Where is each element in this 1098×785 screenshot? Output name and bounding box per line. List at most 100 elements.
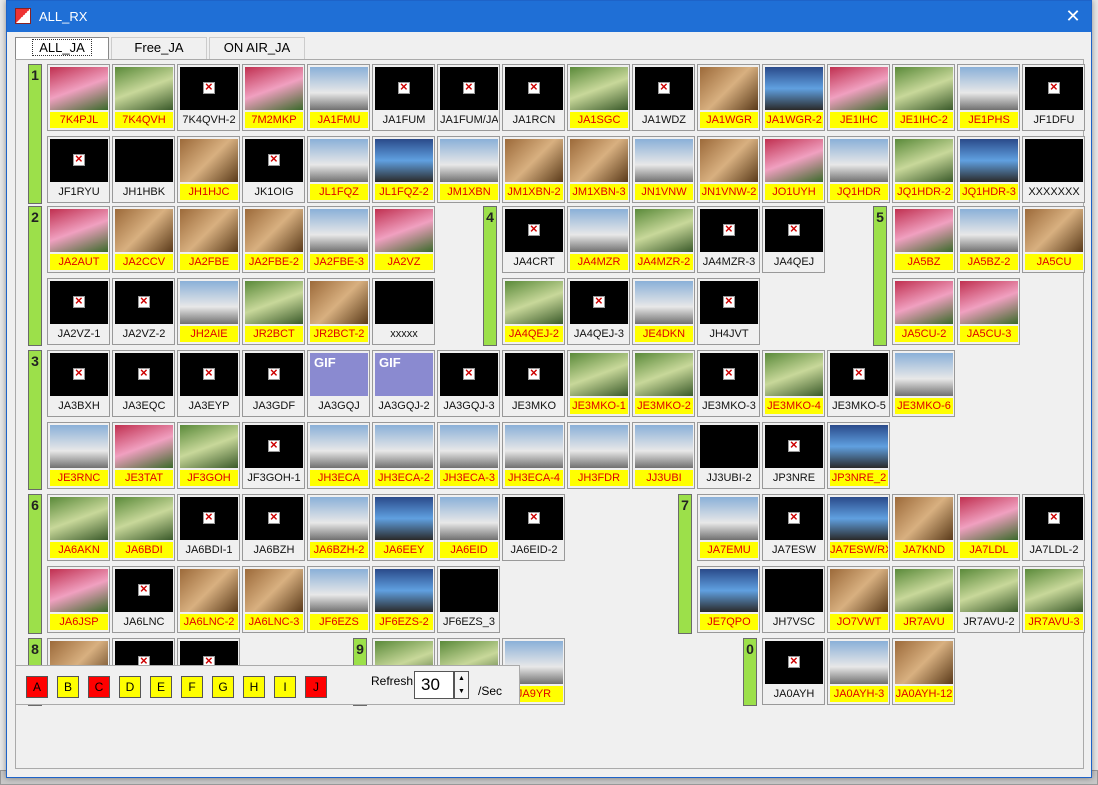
station-tile[interactable]: JA7ESW [762,494,825,561]
station-tile[interactable]: JA5CU [1022,206,1085,273]
station-tile[interactable]: JE3MKO-4 [762,350,825,417]
station-tile[interactable]: JA6LNC [112,566,175,633]
station-tile[interactable]: JE1PHS [957,64,1020,131]
station-tile[interactable]: JA1WDZ [632,64,695,131]
station-tile[interactable]: JA2FBE-2 [242,206,305,273]
station-tile[interactable]: JA4MZR-3 [697,206,760,273]
station-tile[interactable]: JA3GDF [242,350,305,417]
station-tile[interactable]: JA4CRT [502,206,565,273]
station-tile[interactable]: JA7LDL [957,494,1020,561]
station-tile[interactable]: JH1HJC [177,136,240,203]
station-tile[interactable]: JF3GOH-1 [242,422,305,489]
station-tile[interactable]: JA1RCN [502,64,565,131]
station-tile[interactable]: JE3MKO-5 [827,350,890,417]
station-tile[interactable]: JH3FDR [567,422,630,489]
station-tile[interactable]: JF6EZS-2 [372,566,435,633]
station-tile[interactable]: JA7ESW/RX [827,494,890,561]
station-tile[interactable]: 7M2MKP [242,64,305,131]
station-tile[interactable]: JQ1HDR-3 [957,136,1020,203]
station-tile[interactable]: JR7AVU [892,566,955,633]
filter-button-g[interactable]: G [212,676,234,698]
station-tile[interactable]: JA4MZR [567,206,630,273]
station-tile[interactable]: JA6EID [437,494,500,561]
station-tile[interactable]: JA0AYH-3 [827,638,890,705]
station-tile[interactable]: JA4QEJ-3 [567,278,630,345]
station-tile[interactable]: JE1IHC-2 [892,64,955,131]
station-tile[interactable]: JA6EEY [372,494,435,561]
station-tile[interactable]: JQ1HDR-2 [892,136,955,203]
tab-on-air-ja[interactable]: ON AIR_JA [209,37,305,59]
station-tile[interactable]: JA1WGR [697,64,760,131]
station-tile[interactable]: GIF JA3GQJ [307,350,370,417]
station-tile[interactable]: JL1FQZ [307,136,370,203]
station-tile[interactable]: JE7QPO [697,566,760,633]
station-tile[interactable]: JA2VZ-1 [47,278,110,345]
station-tile[interactable]: JA3EYP [177,350,240,417]
station-tile[interactable]: JP3NRE [762,422,825,489]
station-tile[interactable]: JA2VZ [372,206,435,273]
station-tile[interactable]: JA2FBE [177,206,240,273]
station-tile[interactable]: JE3MKO-6 [892,350,955,417]
filter-button-h[interactable]: H [243,676,265,698]
filter-button-d[interactable]: D [119,676,141,698]
station-tile[interactable]: JA4QEJ [762,206,825,273]
station-tile[interactable]: JA6BZH [242,494,305,561]
station-tile[interactable]: JA6AKN [47,494,110,561]
station-tile[interactable]: JP3NRE_2 [827,422,890,489]
station-tile[interactable]: JN1VNW-2 [697,136,760,203]
filter-button-f[interactable]: F [181,676,203,698]
station-tile[interactable]: JA0AYH-12 [892,638,955,705]
station-tile[interactable]: JA3EQC [112,350,175,417]
filter-button-c[interactable]: C [88,676,110,698]
tab-all-ja[interactable]: ALL_JA [15,37,109,60]
station-tile[interactable]: JE1IHC [827,64,890,131]
station-tile[interactable]: JA2FBE-3 [307,206,370,273]
station-tile[interactable]: JE3TAT [112,422,175,489]
station-tile[interactable]: JM1XBN-2 [502,136,565,203]
station-tile[interactable]: JA6BZH-2 [307,494,370,561]
station-tile[interactable]: XXXXXXX [1022,136,1085,203]
station-tile[interactable]: 7K4QVH [112,64,175,131]
station-tile[interactable]: JJ3UBI-2 [697,422,760,489]
station-tile[interactable]: JF3GOH [177,422,240,489]
station-tile[interactable]: JR2BCT-2 [307,278,370,345]
station-tile[interactable]: JA2CCV [112,206,175,273]
filter-button-e[interactable]: E [150,676,172,698]
station-tile[interactable]: GIF JA3GQJ-2 [372,350,435,417]
station-tile[interactable]: JO1UYH [762,136,825,203]
station-tile[interactable]: JE3MKO-3 [697,350,760,417]
station-tile[interactable]: JR7AVU-2 [957,566,1020,633]
station-tile[interactable]: JA2AUT [47,206,110,273]
station-tile[interactable]: JA1SGC [567,64,630,131]
station-tile[interactable]: JH3ECA-4 [502,422,565,489]
station-tile[interactable]: JA4MZR-2 [632,206,695,273]
station-tile[interactable]: JH7VSC [762,566,825,633]
station-tile[interactable]: JH2AIE [177,278,240,345]
station-tile[interactable]: JA1WGR-2 [762,64,825,131]
station-tile[interactable]: JF1DFU [1022,64,1085,131]
station-tile[interactable]: JA5BZ [892,206,955,273]
station-tile[interactable]: 7K4QVH-2 [177,64,240,131]
station-tile[interactable]: JA6BDI [112,494,175,561]
station-tile[interactable]: xxxxx [372,278,435,345]
station-tile[interactable]: JH3ECA-2 [372,422,435,489]
station-tile[interactable]: JK1OIG [242,136,305,203]
station-tile[interactable]: JA3BXH [47,350,110,417]
station-tile[interactable]: JA7EMU [697,494,760,561]
station-tile[interactable]: JA6JSP [47,566,110,633]
station-tile[interactable]: JH3ECA-3 [437,422,500,489]
station-tile[interactable]: JA1FUM [372,64,435,131]
station-tile[interactable]: JA1FUM/JA [437,64,500,131]
station-tile[interactable]: JA0AYH [762,638,825,705]
station-tile[interactable]: JA4QEJ-2 [502,278,565,345]
refresh-spinner[interactable]: ▲ ▼ [454,671,469,699]
station-tile[interactable]: JQ1HDR [827,136,890,203]
station-tile[interactable]: JA5CU-2 [892,278,955,345]
station-tile[interactable]: JA7KND [892,494,955,561]
station-tile[interactable]: JL1FQZ-2 [372,136,435,203]
station-tile[interactable]: JJ3UBI [632,422,695,489]
station-tile[interactable]: JR2BCT [242,278,305,345]
filter-button-i[interactable]: I [274,676,296,698]
station-tile[interactable]: JA5BZ-2 [957,206,1020,273]
station-tile[interactable]: JF6EZS_3 [437,566,500,633]
